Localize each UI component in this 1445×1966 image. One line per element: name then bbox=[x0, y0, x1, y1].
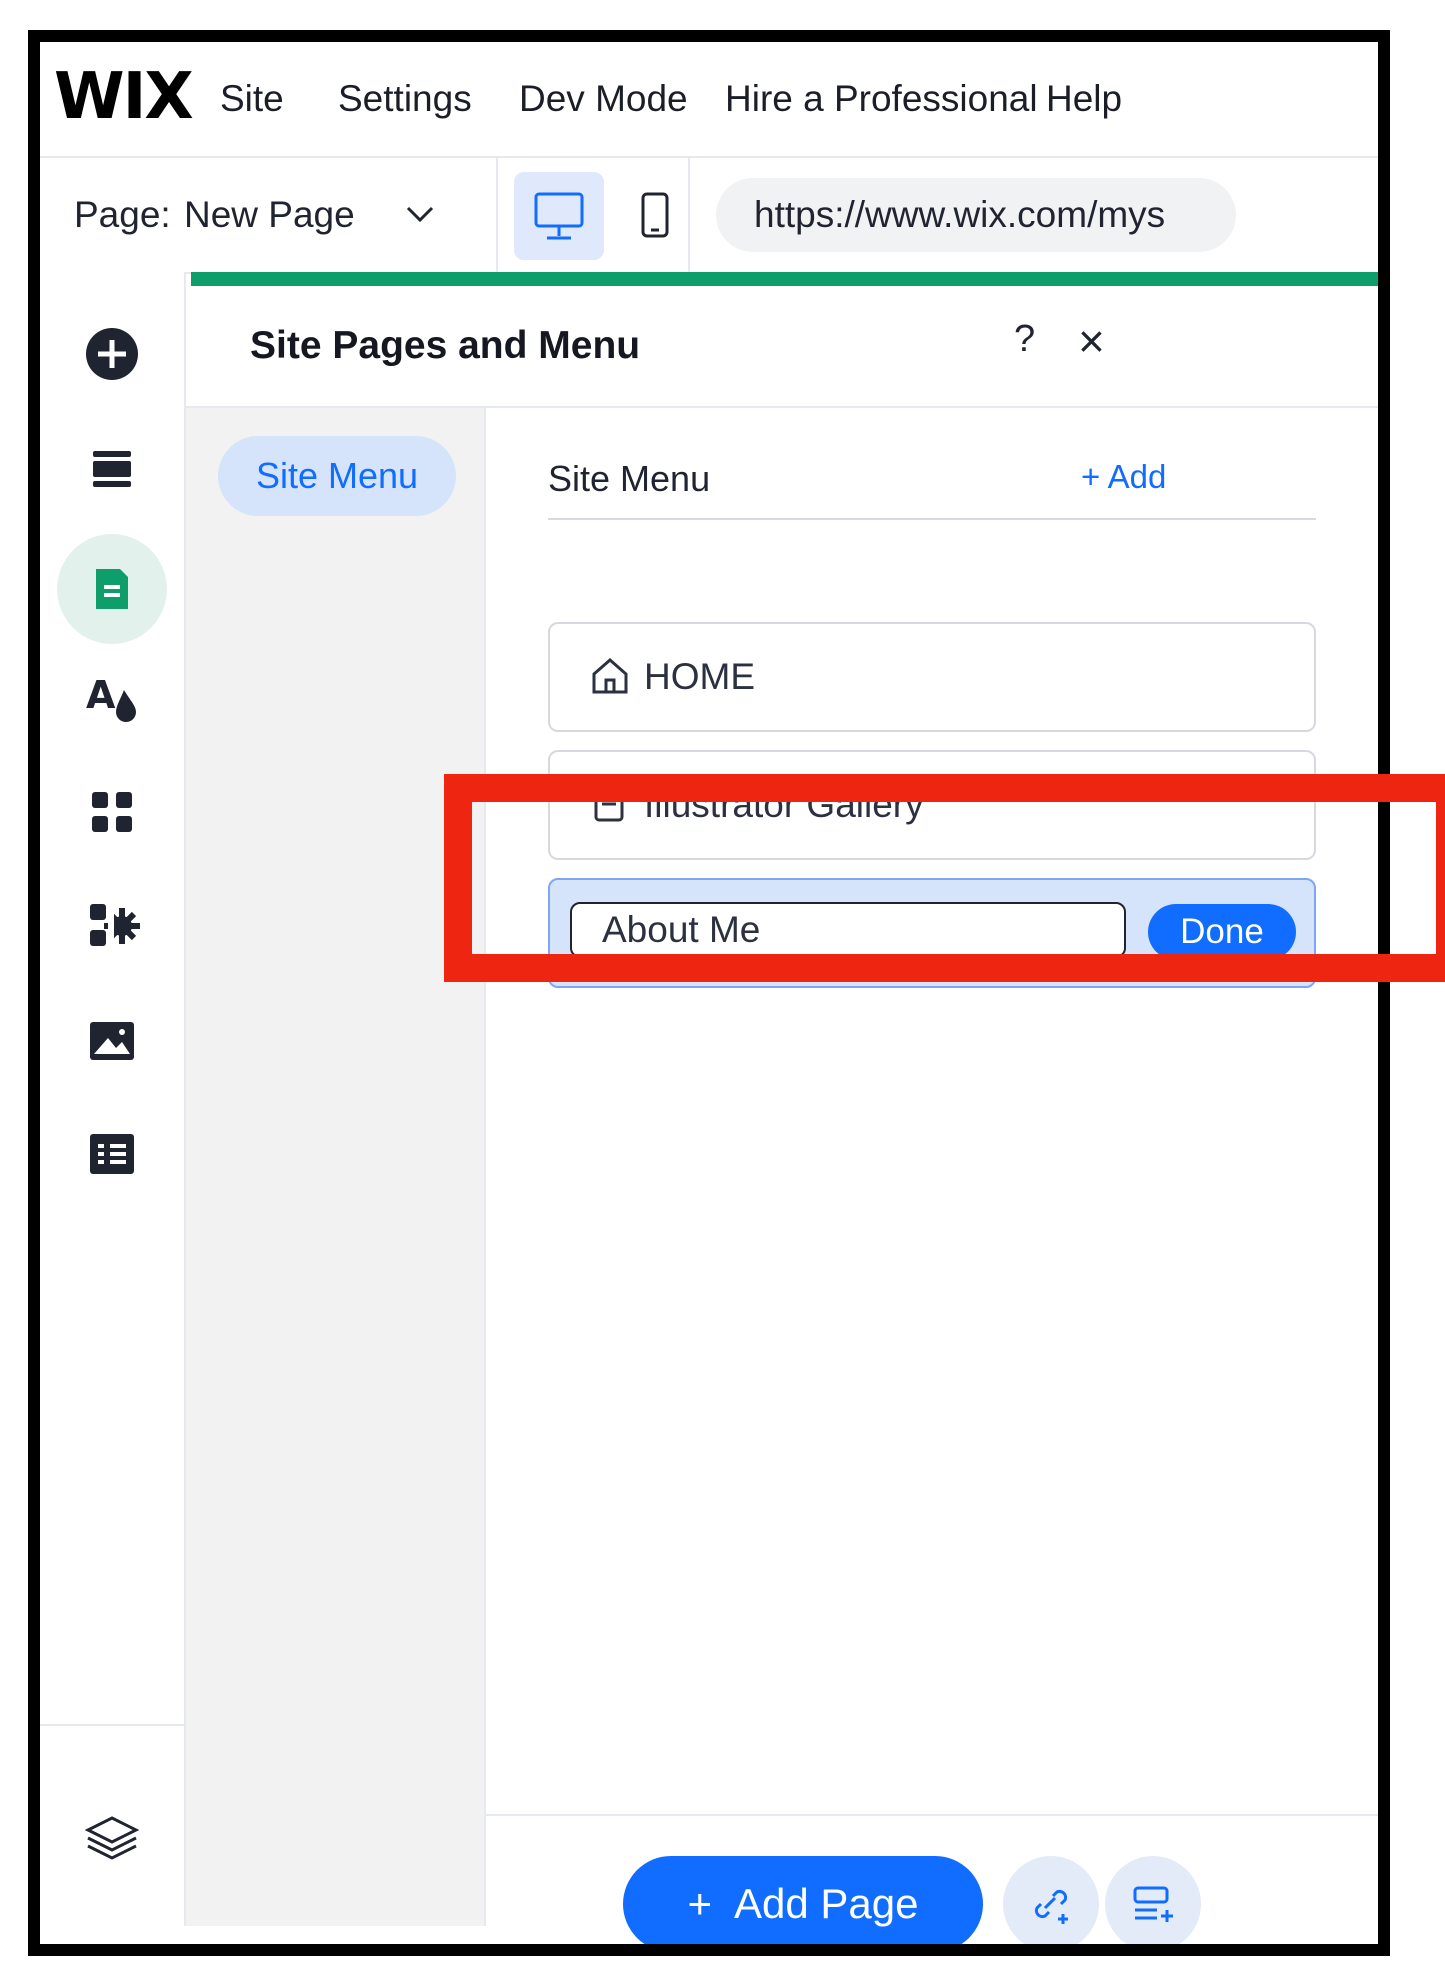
active-indicator-bar bbox=[191, 272, 1378, 286]
menu-item-label: HOME bbox=[644, 656, 755, 697]
pages-icon[interactable] bbox=[57, 534, 167, 644]
divider bbox=[40, 1724, 184, 1726]
add-page-button[interactable]: + Add Page bbox=[623, 1856, 983, 1944]
page-label: Page: bbox=[74, 194, 171, 235]
panel-title: Site Pages and Menu bbox=[250, 324, 641, 367]
mobile-view-button[interactable] bbox=[610, 172, 700, 260]
editor-frame: WIX Site Settings Dev Mode Hire a Profes… bbox=[28, 30, 1390, 1956]
link-plus-icon bbox=[1034, 1889, 1068, 1924]
divider bbox=[486, 1814, 1378, 1816]
plus-icon: + bbox=[687, 1880, 713, 1927]
home-icon bbox=[588, 654, 632, 698]
divider bbox=[496, 158, 498, 272]
top-menu-bar: WIX Site Settings Dev Mode Hire a Profes… bbox=[40, 42, 1378, 158]
add-link-button[interactable] bbox=[1003, 1856, 1099, 1944]
business-apps-icon[interactable] bbox=[70, 884, 154, 968]
tab-site-menu[interactable]: Site Menu bbox=[218, 436, 456, 516]
add-page-label: Add Page bbox=[734, 1880, 919, 1927]
layers-icon[interactable] bbox=[70, 1796, 154, 1880]
site-pages-panel: Site Pages and Menu ? × Site Menu Site M… bbox=[186, 286, 1378, 1944]
menu-site[interactable]: Site bbox=[220, 78, 284, 120]
menu-settings[interactable]: Settings bbox=[338, 78, 472, 120]
panel-sidebar: Site Menu bbox=[186, 408, 486, 1926]
menu-hire-professional[interactable]: Hire a Professional bbox=[725, 78, 1038, 120]
menu-item-home[interactable]: HOME bbox=[548, 622, 1316, 732]
divider bbox=[688, 158, 690, 272]
page-toolbar: Page: New Page https://www.wix.com/mys bbox=[40, 158, 1378, 274]
add-icon[interactable] bbox=[70, 312, 154, 396]
add-section-button[interactable] bbox=[1105, 1856, 1201, 1944]
sections-icon[interactable] bbox=[70, 427, 154, 511]
desktop-view-button[interactable] bbox=[514, 172, 604, 260]
menu-dev-mode[interactable]: Dev Mode bbox=[519, 78, 688, 120]
apps-icon[interactable] bbox=[70, 770, 154, 854]
page-selector[interactable]: New Page bbox=[184, 194, 355, 236]
site-url: https://www.wix.com/mys bbox=[754, 194, 1166, 235]
desktop-icon bbox=[534, 192, 584, 240]
add-menu-item-link[interactable]: + Add bbox=[1081, 458, 1166, 496]
media-icon[interactable] bbox=[70, 998, 154, 1082]
help-icon[interactable]: ? bbox=[1014, 318, 1035, 361]
left-toolbar: A bbox=[40, 272, 186, 1926]
site-url-field[interactable]: https://www.wix.com/mys bbox=[716, 178, 1236, 252]
svg-text:A: A bbox=[86, 673, 116, 717]
panel-header: Site Pages and Menu ? × bbox=[186, 286, 1378, 408]
cms-icon[interactable] bbox=[70, 1112, 154, 1196]
mobile-icon bbox=[641, 192, 669, 238]
chevron-down-icon[interactable] bbox=[402, 196, 438, 232]
highlight-box bbox=[444, 774, 1445, 982]
menu-help[interactable]: Help bbox=[1046, 78, 1122, 120]
section-plus-icon bbox=[1133, 1886, 1173, 1922]
menu-heading: Site Menu bbox=[548, 458, 711, 499]
theme-icon[interactable]: A bbox=[70, 656, 154, 740]
wix-logo: WIX bbox=[54, 60, 194, 134]
divider bbox=[548, 518, 1316, 520]
close-icon[interactable]: × bbox=[1078, 314, 1105, 368]
